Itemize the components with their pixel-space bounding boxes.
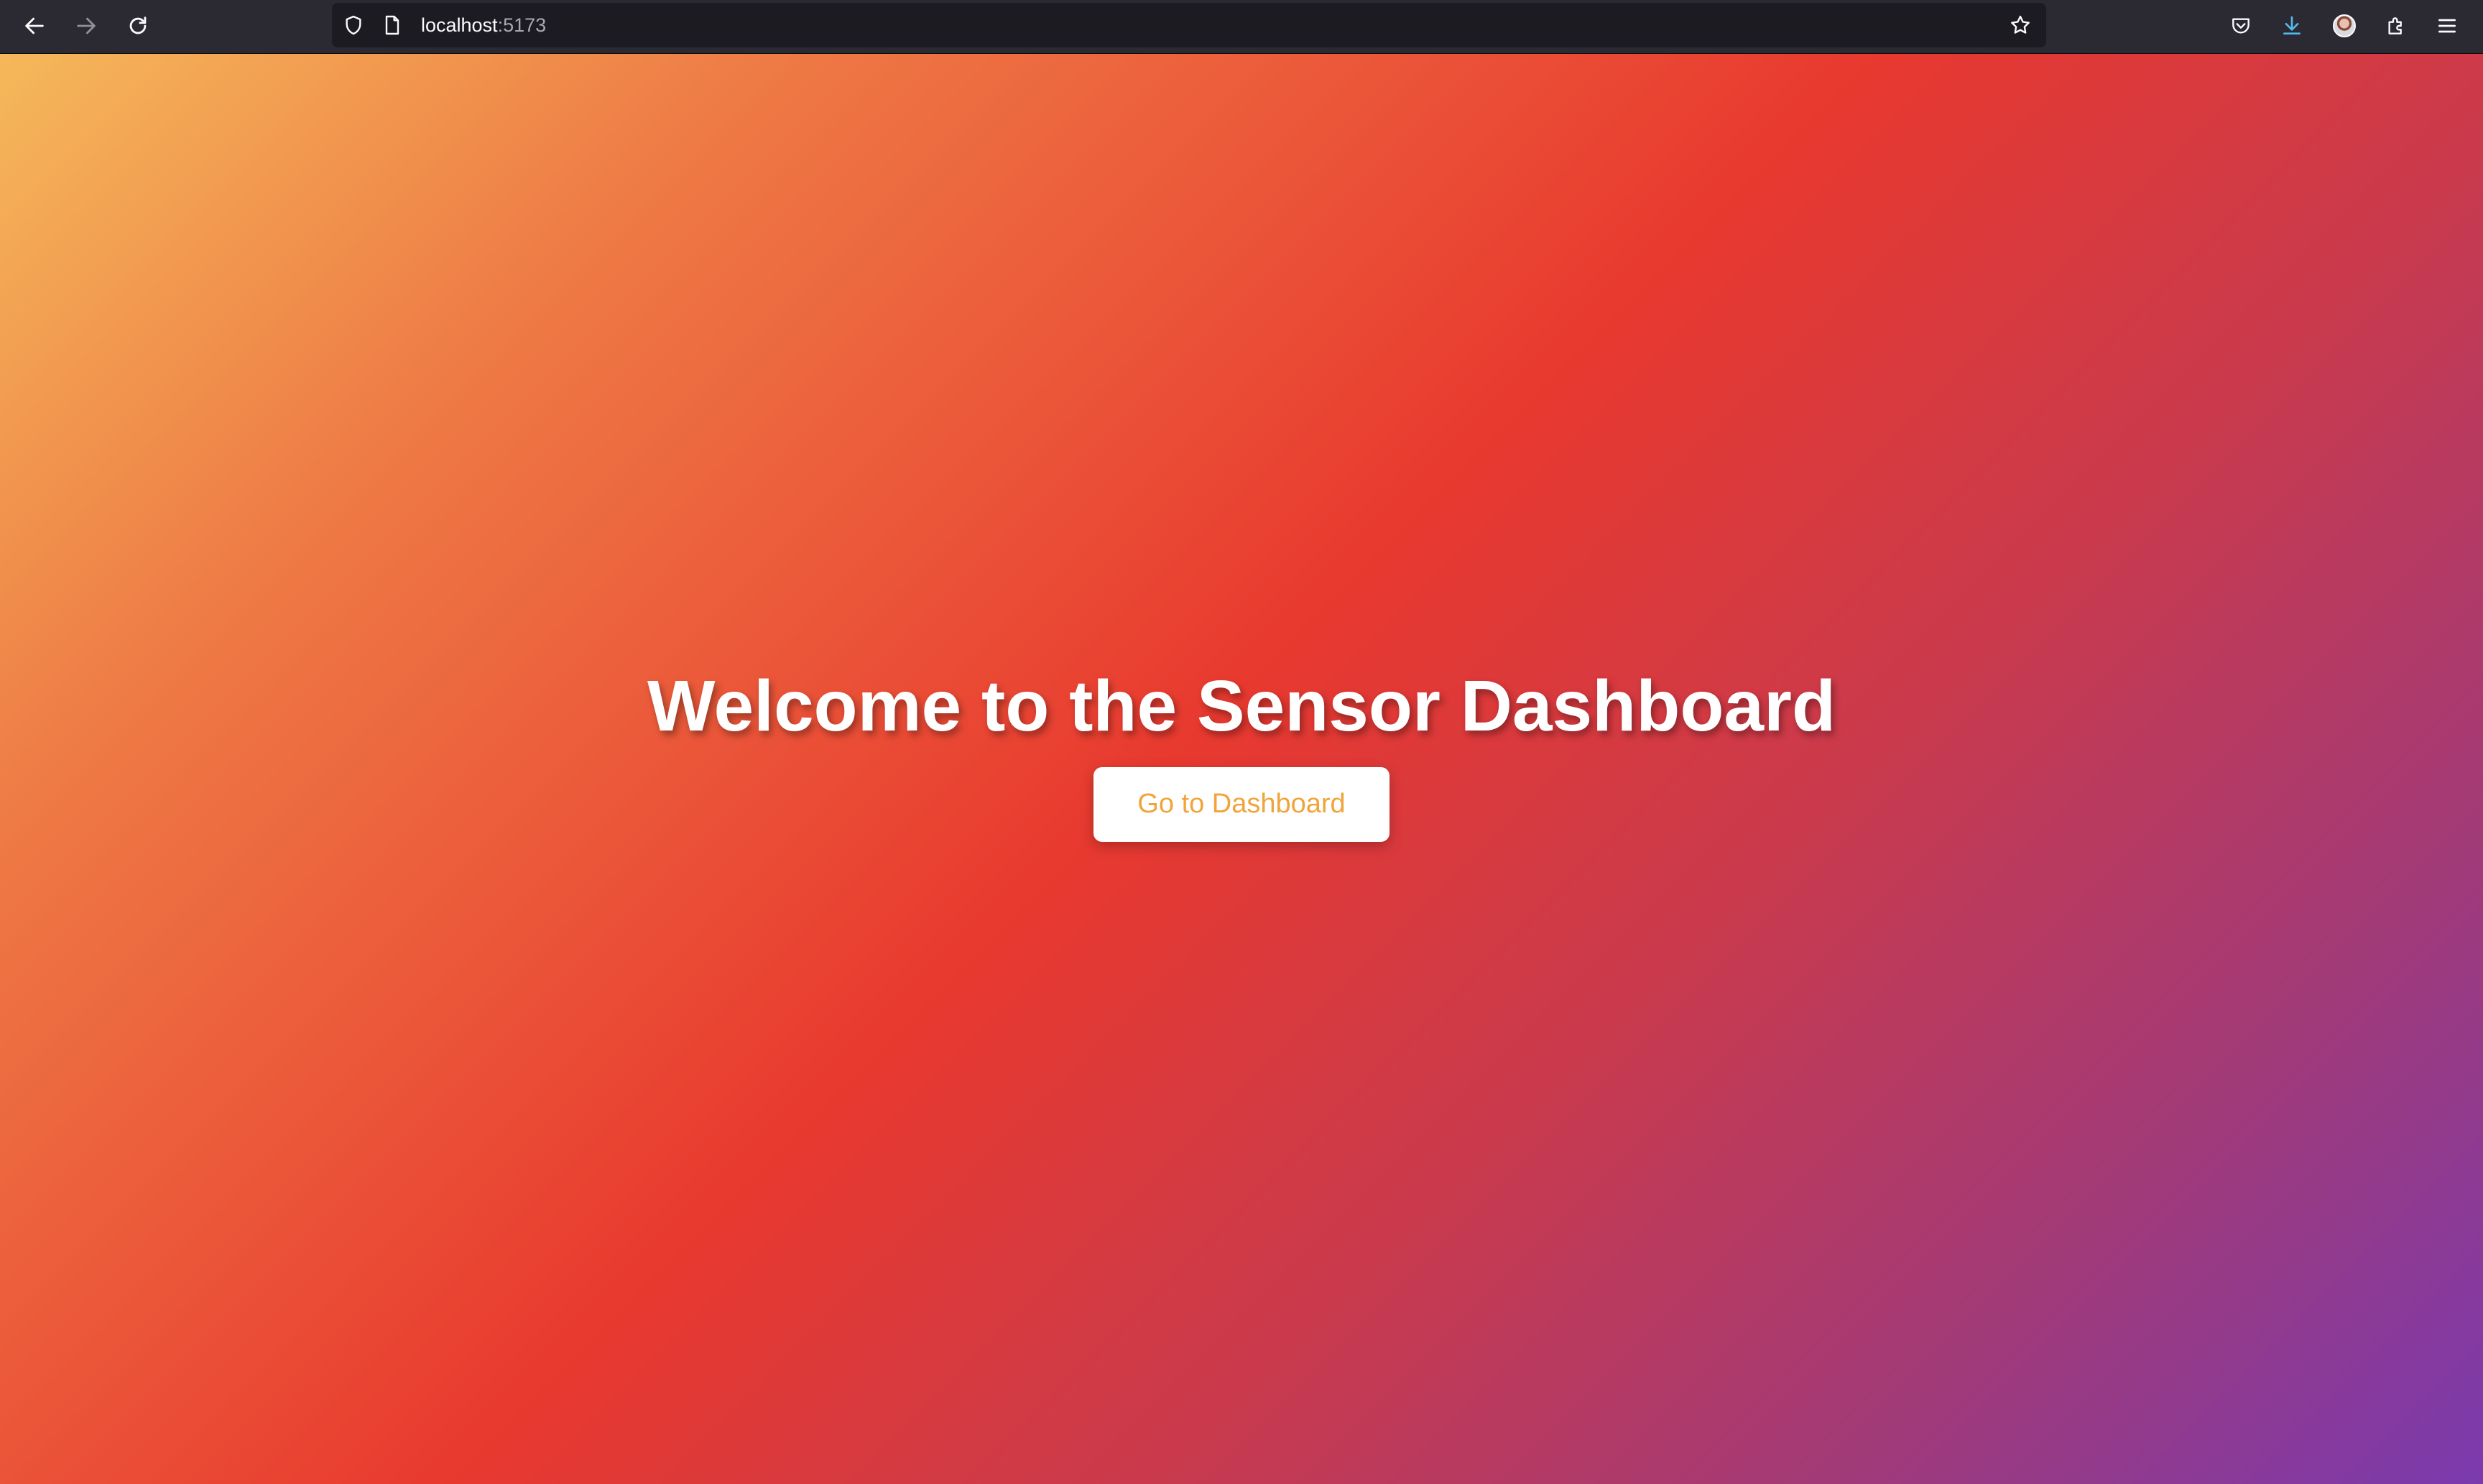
pocket-icon	[2232, 18, 2250, 34]
star-icon[interactable]	[2009, 14, 2032, 37]
forward-button[interactable]	[70, 10, 102, 42]
pocket-button[interactable]	[2225, 10, 2257, 42]
hamburger-menu-icon	[2438, 19, 2456, 33]
url-host: localhost	[421, 14, 498, 36]
go-to-dashboard-button[interactable]: Go to Dashboard	[1093, 766, 1390, 842]
browser-toolbar: localhost:5173	[0, 0, 2483, 54]
extensions-button[interactable]	[2380, 10, 2412, 42]
hero-section: Welcome to the Sensor Dashboard Go to Da…	[0, 54, 2483, 1484]
downloads-button[interactable]	[2276, 10, 2308, 42]
puzzle-icon	[2388, 17, 2402, 34]
forward-arrow-icon	[77, 17, 96, 34]
account-button[interactable]	[2329, 10, 2360, 42]
url-text[interactable]: localhost:5173	[421, 3, 546, 47]
url-port: :5173	[497, 14, 547, 36]
page-viewport: Welcome to the Sensor Dashboard Go to Da…	[0, 54, 2483, 1484]
reload-icon	[129, 17, 147, 34]
page-title: Welcome to the Sensor Dashboard	[647, 665, 1836, 746]
reload-button[interactable]	[122, 10, 154, 42]
app-menu-button[interactable]	[2431, 10, 2463, 42]
shield-icon[interactable]	[342, 14, 365, 37]
address-bar[interactable]: localhost:5173	[332, 3, 2046, 47]
avatar-icon	[2333, 14, 2356, 37]
download-icon	[2283, 16, 2301, 34]
page-icon[interactable]	[381, 14, 404, 37]
back-button[interactable]	[19, 10, 50, 42]
back-arrow-icon	[25, 17, 44, 34]
